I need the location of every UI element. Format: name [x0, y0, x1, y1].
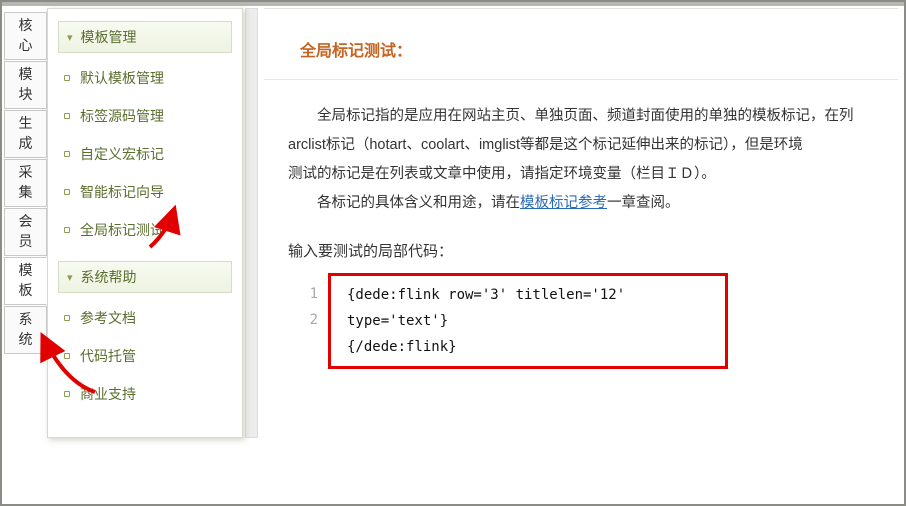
top-border — [2, 2, 904, 6]
sidebar-header-label: 系统帮助 — [81, 267, 137, 287]
template-ref-link[interactable]: 模板标记参考 — [520, 195, 607, 211]
bullet-icon — [64, 227, 70, 233]
tab-generate[interactable]: 生成 — [4, 110, 47, 158]
bullet-icon — [64, 391, 70, 397]
sidebar-item-label: 标签源码管理 — [80, 106, 164, 126]
sidebar-item-custom-macro[interactable]: 自定义宏标记 — [58, 135, 232, 173]
tab-module[interactable]: 模块 — [4, 61, 47, 109]
sidebar-item-default-template[interactable]: 默认模板管理 — [58, 59, 232, 97]
desc-text: 各标记的具体含义和用途，请在 — [317, 195, 520, 211]
sidebar-item-label: 参考文档 — [80, 308, 136, 328]
code-line: {dede:flink row='3' titlelen='12' type='… — [347, 282, 709, 334]
bullet-icon — [64, 189, 70, 195]
desc-line: 各标记的具体含义和用途，请在模板标记参考一章查阅。 — [288, 189, 874, 218]
bullet-icon — [64, 75, 70, 81]
bullet-icon — [64, 113, 70, 119]
sidebar-item-code-host[interactable]: 代码托管 — [58, 337, 232, 375]
desc-text: 一章查阅。 — [607, 195, 680, 211]
sidebar-item-tag-source[interactable]: 标签源码管理 — [58, 97, 232, 135]
line-number: 1 — [288, 281, 318, 307]
sidebar-item-label: 智能标记向导 — [80, 182, 164, 202]
bullet-icon — [64, 353, 70, 359]
desc-line: 全局标记指的是应用在网站主页、单独页面、频道封面使用的单独的模板标记，在列 — [288, 102, 874, 131]
sidebar-item-commercial[interactable]: 商业支持 — [58, 375, 232, 413]
sidebar-item-smart-wizard[interactable]: 智能标记向导 — [58, 173, 232, 211]
desc-line: arclist标记（hotart、coolart、imglist等都是这个标记延… — [288, 131, 874, 160]
sidebar-list-help: 参考文档 代码托管 商业支持 — [58, 299, 232, 413]
sidebar-item-label: 默认模板管理 — [80, 68, 164, 88]
chevron-down-icon: ▾ — [67, 31, 73, 44]
sidebar-item-label: 自定义宏标记 — [80, 144, 164, 164]
code-gutter: 1 2 — [288, 273, 328, 369]
sidebar-item-docs[interactable]: 参考文档 — [58, 299, 232, 337]
chevron-down-icon: ▾ — [67, 271, 73, 284]
tab-system[interactable]: 系统 — [4, 306, 47, 354]
sidebar-item-label: 商业支持 — [80, 384, 136, 404]
sidebar-scrollbar[interactable] — [245, 8, 258, 438]
code-input[interactable]: {dede:flink row='3' titlelen='12' type='… — [328, 273, 728, 369]
sidebar-item-label: 全局标记测试 — [80, 220, 164, 240]
code-label: 输入要测试的局部代码： — [264, 228, 898, 269]
sidebar-panel: ▾ 模板管理 默认模板管理 标签源码管理 自定义宏标记 智能标记向导 全局标记测… — [47, 8, 243, 438]
page-title: 全局标记测试： — [264, 29, 898, 80]
bullet-icon — [64, 315, 70, 321]
code-line: {/dede:flink} — [347, 334, 709, 360]
sidebar-header-system-help[interactable]: ▾ 系统帮助 — [58, 261, 232, 293]
bullet-icon — [64, 151, 70, 157]
line-number: 2 — [288, 307, 318, 333]
desc-line: 测试的标记是在列表或文章中使用，请指定环境变量（栏目ＩＤ）。 — [288, 160, 874, 189]
tab-core[interactable]: 核心 — [4, 12, 47, 60]
tab-collect[interactable]: 采集 — [4, 159, 47, 207]
sidebar-item-global-tag-test[interactable]: 全局标记测试 — [58, 211, 232, 249]
main-content: 全局标记测试： 全局标记指的是应用在网站主页、单独页面、频道封面使用的单独的模板… — [264, 8, 898, 498]
tab-member[interactable]: 会员 — [4, 208, 47, 256]
code-area: 1 2 {dede:flink row='3' titlelen='12' ty… — [288, 273, 874, 369]
tab-template[interactable]: 模板 — [4, 257, 47, 305]
description-text: 全局标记指的是应用在网站主页、单独页面、频道封面使用的单独的模板标记，在列 ar… — [264, 80, 898, 228]
left-nav-tabs: 核心 模块 生成 采集 会员 模板 系统 — [4, 12, 47, 355]
sidebar-item-label: 代码托管 — [80, 346, 136, 366]
sidebar-list-template: 默认模板管理 标签源码管理 自定义宏标记 智能标记向导 全局标记测试 — [58, 59, 232, 249]
sidebar-header-template-manage[interactable]: ▾ 模板管理 — [58, 21, 232, 53]
sidebar-header-label: 模板管理 — [81, 27, 137, 47]
